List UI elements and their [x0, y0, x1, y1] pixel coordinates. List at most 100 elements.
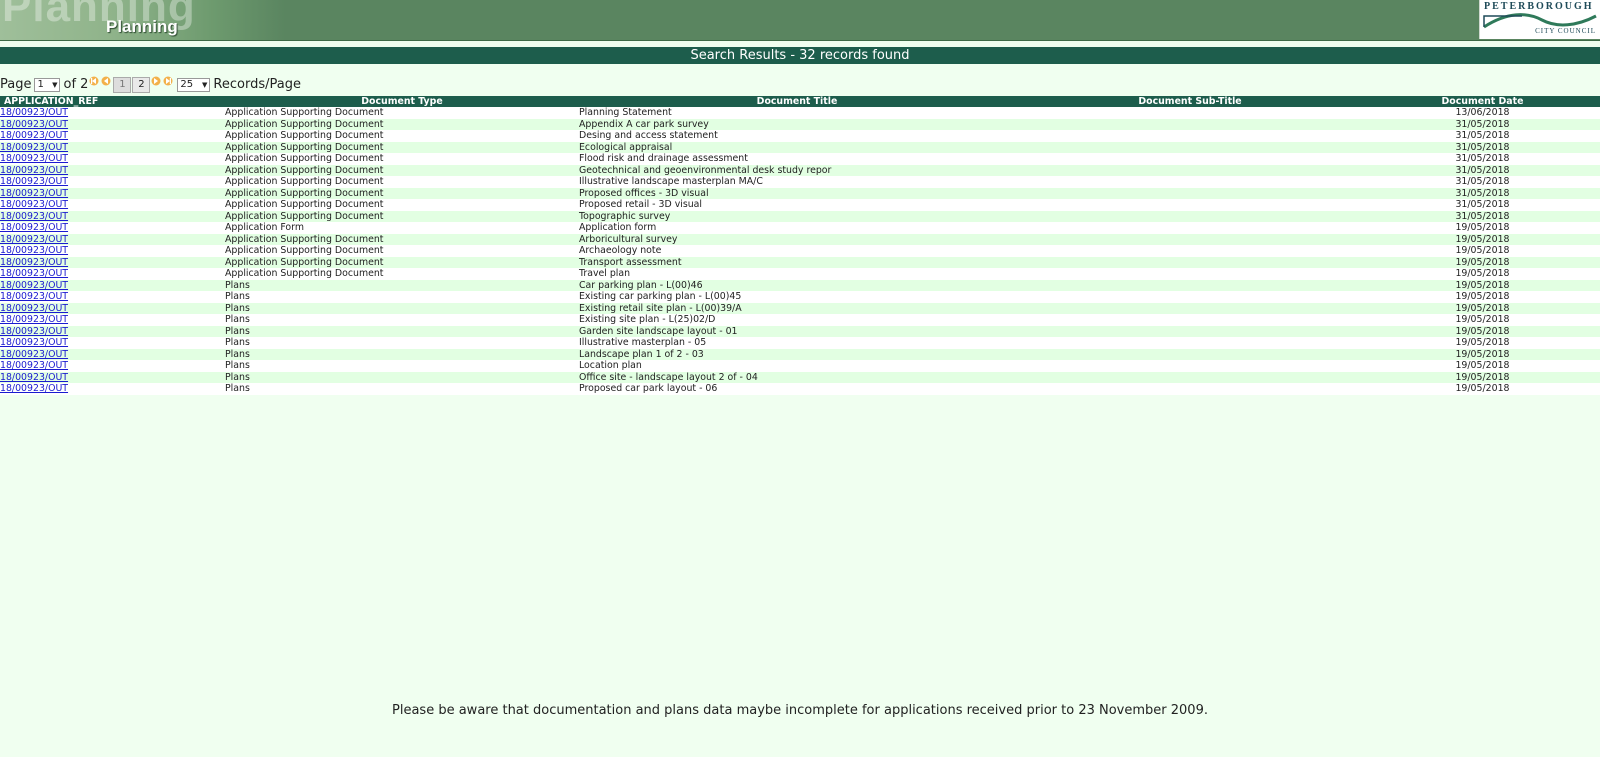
application-ref-link[interactable]: 18/00923/OUT [0, 142, 68, 153]
next-page-icon[interactable] [151, 75, 161, 87]
cell-document-title-text: Existing site plan - L(25)02/D [579, 314, 716, 325]
application-ref-link[interactable]: 18/00923/OUT [0, 291, 68, 302]
cell-application-ref: 18/00923/OUT [0, 360, 225, 372]
cell-document-type: Application Supporting Document [225, 257, 579, 269]
cell-document-date-text: 19/05/2018 [1455, 371, 1510, 383]
application-ref-link[interactable]: 18/00923/OUT [0, 199, 68, 210]
application-ref-link[interactable]: 18/00923/OUT [0, 130, 68, 141]
cell-document-date-text: 31/05/2018 [1455, 210, 1510, 222]
cell-document-title-text: Transport assessment [579, 256, 682, 268]
cell-document-type: Plans [225, 349, 579, 361]
application-ref-link[interactable]: 18/00923/OUT [0, 245, 68, 256]
cell-document-date: 19/05/2018 [1365, 383, 1600, 395]
cell-document-type-text: Application Supporting Document [225, 176, 384, 187]
cell-document-title-text: Application form [579, 222, 657, 233]
table-row: 18/00923/OUT Application Supporting Docum… [0, 268, 1600, 280]
cell-application-ref: 18/00923/OUT [0, 211, 225, 223]
application-ref-link[interactable]: 18/00923/OUT [0, 222, 68, 233]
cell-document-date: 13/06/2018 [1365, 107, 1600, 119]
application-ref-link[interactable]: 18/00923/OUT [0, 211, 68, 222]
cell-document-type-text: Application Supporting Document [225, 153, 384, 164]
cell-document-type: Application Supporting Document [225, 268, 579, 280]
application-ref-link[interactable]: 18/00923/OUT [0, 257, 68, 268]
cell-document-date-text: 19/05/2018 [1455, 291, 1510, 302]
application-ref-link[interactable]: 18/00923/OUT [0, 119, 68, 130]
table-row: 18/00923/OUT Application Supporting Docum… [0, 153, 1600, 165]
application-ref-link[interactable]: 18/00923/OUT [0, 314, 68, 325]
table-row: 18/00923/OUT Application Supporting Docum… [0, 210, 1600, 223]
page-button-1[interactable]: 1 [113, 77, 132, 93]
cell-document-date: 19/05/2018 [1365, 303, 1600, 315]
cell-document-type: Plans [225, 360, 579, 372]
page-button-2[interactable]: 2 [132, 77, 151, 93]
cell-application-ref: 18/00923/OUT [0, 222, 225, 234]
cell-document-date: 31/05/2018 [1365, 119, 1600, 131]
application-ref-link[interactable]: 18/00923/OUT [0, 280, 68, 291]
cell-document-title-text: Desing and access statement [579, 130, 718, 141]
previous-page-icon[interactable] [101, 75, 111, 87]
application-ref-link[interactable]: 18/00923/OUT [0, 107, 68, 118]
cell-document-date-text: 19/05/2018 [1455, 337, 1510, 348]
table-row: 18/00923/OUT Application Supporting Docum… [0, 130, 1600, 142]
application-ref-link[interactable]: 18/00923/OUT [0, 383, 68, 394]
application-ref-link[interactable]: 18/00923/OUT [0, 165, 68, 176]
cell-document-type: Application Supporting Document [225, 211, 579, 223]
cell-document-title: Office site - landscape layout 2 of - 04 [579, 372, 1015, 384]
cell-document-title: Car parking plan - L(00)46 [579, 280, 1015, 292]
cell-document-type-text: Plans [225, 337, 250, 348]
cell-document-date-text: 31/05/2018 [1455, 176, 1510, 187]
cell-document-type-text: Application Supporting Document [225, 130, 384, 141]
column-header-document-title[interactable]: Document Title [579, 96, 1015, 107]
documents-table: APPLICATION_REF Document Type Document T… [0, 96, 1600, 395]
cell-application-ref: 18/00923/OUT [0, 257, 225, 269]
cell-document-date-text: 31/05/2018 [1455, 164, 1510, 176]
cell-document-subtitle [1015, 142, 1365, 154]
cell-document-subtitle [1015, 360, 1365, 372]
cell-document-subtitle [1015, 130, 1365, 142]
cell-document-date: 19/05/2018 [1365, 360, 1600, 372]
cell-document-date-text: 19/05/2018 [1455, 268, 1510, 279]
column-header-document-subtitle[interactable]: Document Sub-Title [1015, 96, 1365, 107]
application-ref-link[interactable]: 18/00923/OUT [0, 372, 68, 383]
cell-document-title: Appendix A car park survey [579, 119, 1015, 131]
application-ref-link[interactable]: 18/00923/OUT [0, 337, 68, 348]
cell-document-type: Application Supporting Document [225, 107, 579, 119]
table-row: 18/00923/OUT Plans Proposed car park layou… [0, 383, 1600, 395]
cell-document-date: 31/05/2018 [1365, 199, 1600, 211]
application-ref-link[interactable]: 18/00923/OUT [0, 360, 68, 371]
council-logo[interactable]: PETERBOROUGH CITY COUNCIL [1479, 0, 1600, 39]
column-header-application-ref[interactable]: APPLICATION_REF [0, 96, 225, 107]
records-per-page-select[interactable]: 25 ▼ [177, 78, 211, 92]
application-ref-link[interactable]: 18/00923/OUT [0, 326, 68, 337]
application-ref-link[interactable]: 18/00923/OUT [0, 268, 68, 279]
cell-document-type: Application Supporting Document [225, 153, 579, 165]
cell-application-ref: 18/00923/OUT [0, 245, 225, 257]
first-page-icon[interactable] [89, 75, 99, 87]
cell-document-type-text: Application Supporting Document [225, 256, 384, 268]
cell-document-type: Plans [225, 280, 579, 292]
cell-document-title-text: Location plan [579, 360, 642, 371]
table-row: 18/00923/OUT Application Supporting Docum… [0, 164, 1600, 177]
application-ref-link[interactable]: 18/00923/OUT [0, 153, 68, 164]
cell-document-date: 19/05/2018 [1365, 326, 1600, 338]
cell-document-date-text: 31/05/2018 [1455, 141, 1510, 153]
last-page-icon[interactable] [163, 75, 173, 87]
cell-document-title: Ecological appraisal [579, 142, 1015, 154]
application-ref-link[interactable]: 18/00923/OUT [0, 303, 68, 314]
table-row: 18/00923/OUT Application Supporting Docum… [0, 187, 1600, 199]
cell-document-title-text: Travel plan [579, 268, 631, 279]
page-select[interactable]: 1 ▼ [34, 78, 61, 92]
cell-document-date-text: 13/06/2018 [1455, 107, 1510, 118]
application-ref-link[interactable]: 18/00923/OUT [0, 234, 68, 245]
column-header-document-date[interactable]: Document Date [1365, 96, 1600, 107]
column-header-document-type[interactable]: Document Type [225, 96, 579, 107]
cell-document-type-text: Plans [225, 383, 250, 394]
cell-document-date: 19/05/2018 [1365, 314, 1600, 326]
cell-application-ref: 18/00923/OUT [0, 153, 225, 165]
application-ref-link[interactable]: 18/00923/OUT [0, 176, 68, 187]
cell-application-ref: 18/00923/OUT [0, 165, 225, 177]
application-ref-link[interactable]: 18/00923/OUT [0, 349, 68, 360]
cell-document-subtitle [1015, 291, 1365, 303]
cell-document-title-text: Proposed retail - 3D visual [579, 199, 703, 210]
application-ref-link[interactable]: 18/00923/OUT [0, 188, 68, 199]
